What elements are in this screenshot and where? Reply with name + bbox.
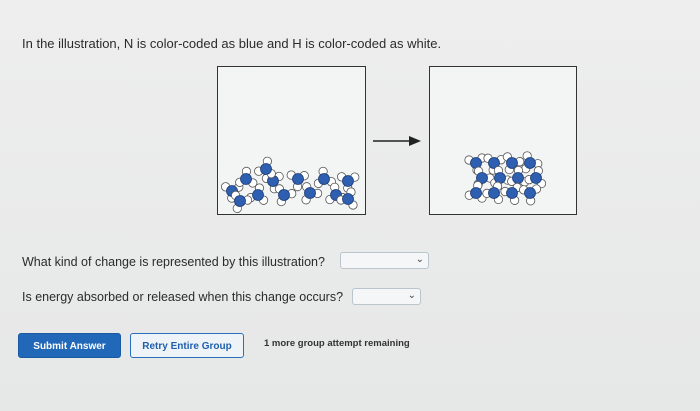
change-type-select[interactable]: ⌄ (340, 252, 429, 269)
phase-change-illustration (210, 64, 585, 219)
right-arrow-icon (373, 136, 421, 146)
illustration-instructions: In the illustration, N is color-coded as… (22, 36, 442, 51)
attempts-remaining-text: 1 more group attempt remaining (264, 338, 410, 349)
energy-select[interactable]: ⌄ (352, 288, 421, 305)
chevron-down-icon: ⌄ (407, 290, 416, 301)
after-molecules (464, 151, 547, 206)
question-change-type: What kind of change is represented by th… (22, 255, 325, 269)
submit-answer-button[interactable]: Submit Answer (18, 333, 121, 358)
before-state-box (217, 66, 366, 215)
chevron-down-icon: ⌄ (415, 254, 424, 265)
question-energy: Is energy absorbed or released when this… (22, 290, 344, 304)
before-molecules (221, 156, 360, 213)
assignment-page: In the illustration, N is color-coded as… (0, 0, 700, 411)
after-state-box (429, 66, 577, 215)
retry-group-button[interactable]: Retry Entire Group (130, 333, 244, 358)
